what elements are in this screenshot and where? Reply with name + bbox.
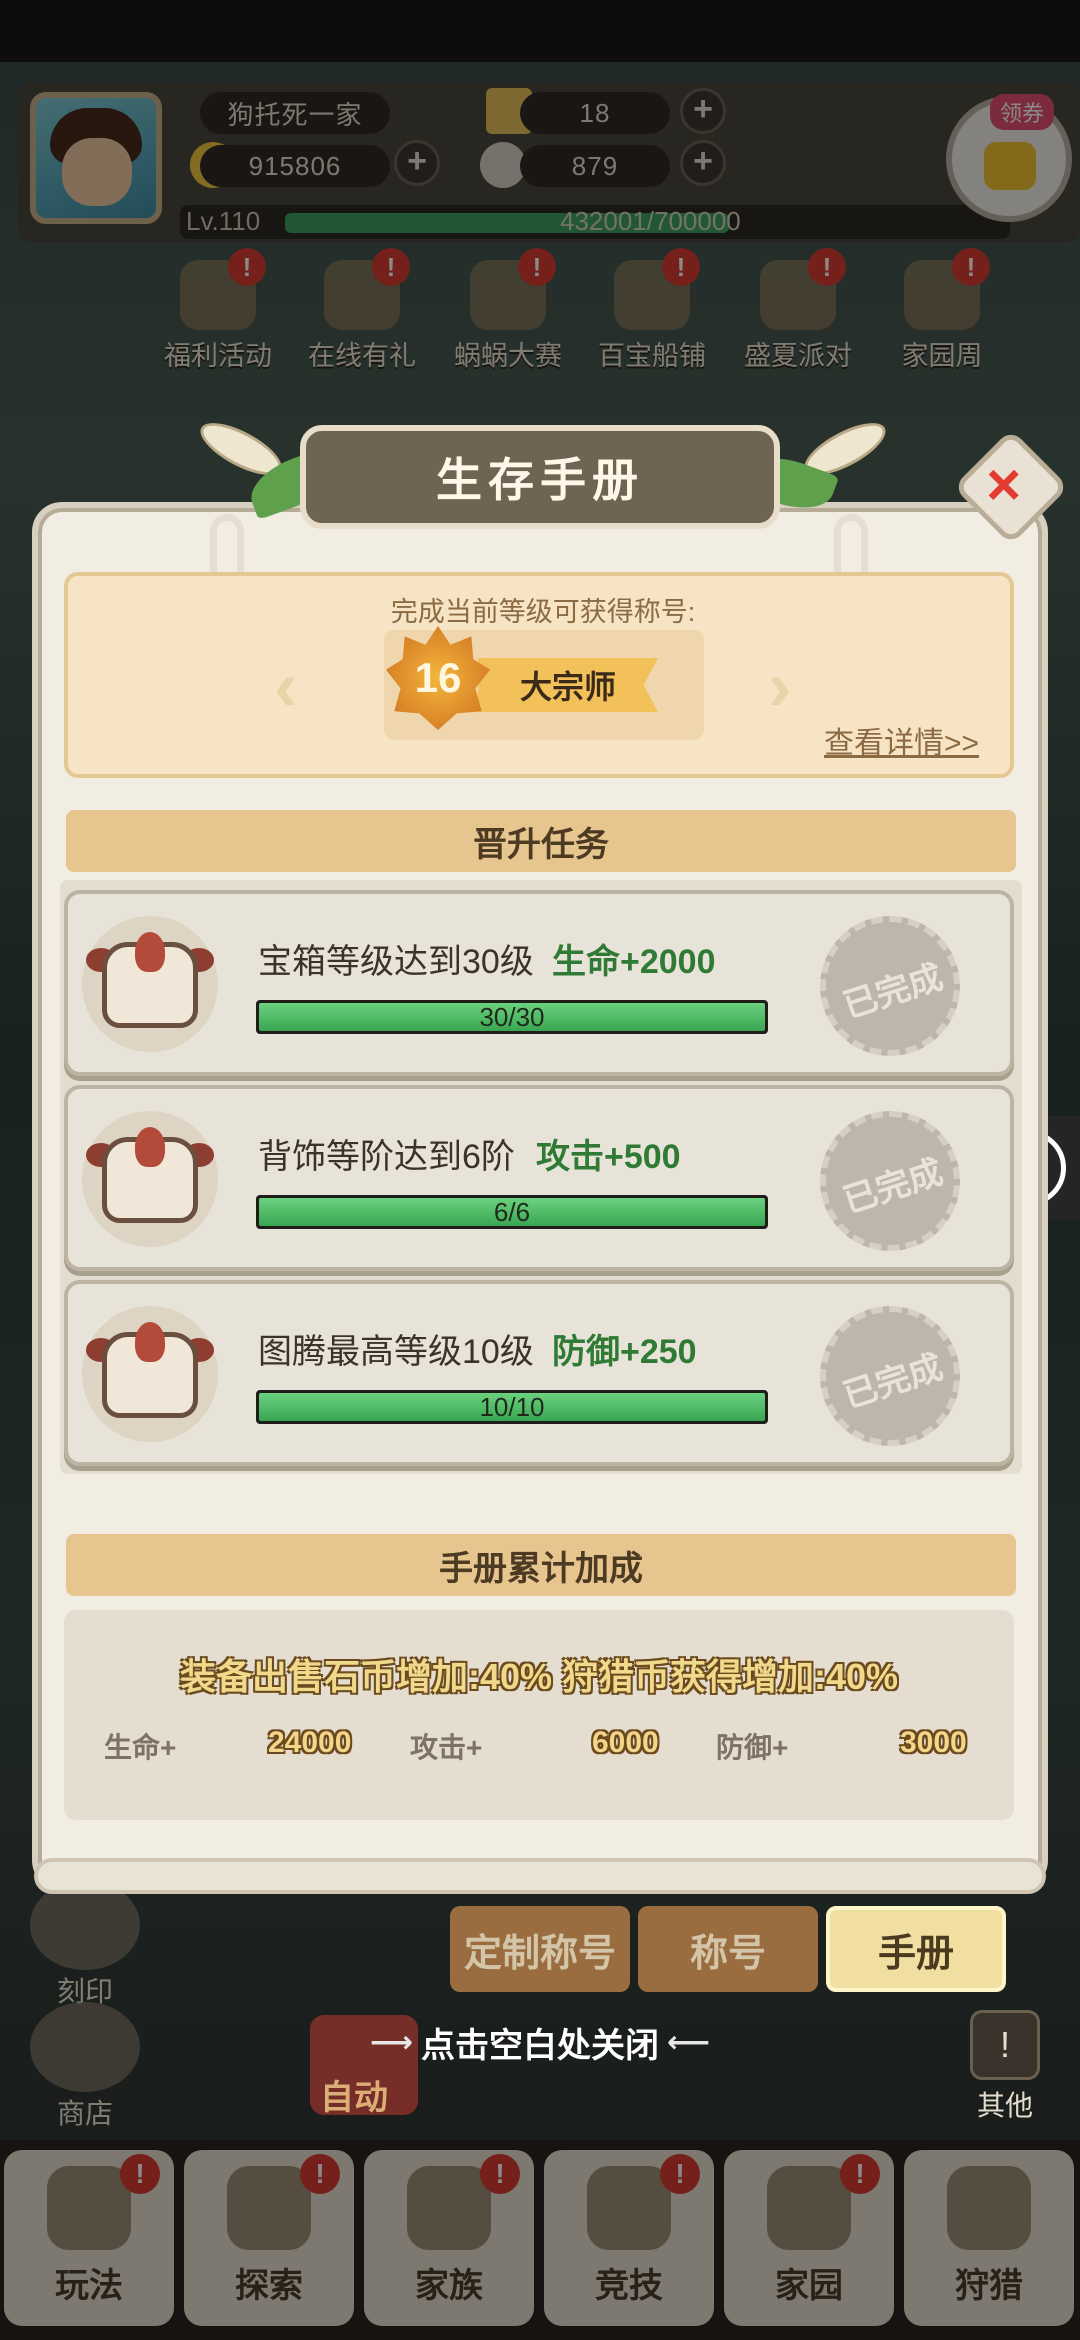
badge-title: 大宗师 [478,658,658,712]
completed-label: 已完成 [838,1152,948,1221]
task-item: 图腾最高等级10级 防御+250 10/10 已完成 [64,1280,1014,1466]
stat-def-label: 防御+ [716,1732,789,1763]
tab-custom-title[interactable]: 定制称号 [450,1906,630,1992]
stat-atk-label: 攻击+ [410,1732,483,1763]
task-item: 背饰等阶达到6阶 攻击+500 6/6 已完成 [64,1085,1014,1271]
chevron-right-icon: › [768,647,792,725]
tab-handbook[interactable]: 手册 [826,1906,1006,1992]
other-button[interactable]: ! 其他 [950,2010,1060,2124]
task-reward: 生命+2000 [552,943,716,981]
task-title: 图腾最高等级10级 [258,1333,534,1371]
tab-title[interactable]: 称号 [638,1906,818,1992]
close-hint[interactable]: ⟶ 点击空白处关闭 ⟵ [300,2012,780,2072]
auto-label: 自动 [320,2079,388,2117]
bonus-card: 装备出售石币增加:40% 狩猎币获得增加:40% 生命+ 24000 攻击+ 6… [64,1610,1014,1820]
completed-stamp: 已完成 [820,1306,960,1446]
totem-gem [135,1322,165,1362]
modal-title: 生存手册 [300,425,780,529]
title-tab-bar: 定制称号 称号 手册 [450,1906,1010,1992]
task-progress-text: 10/10 [479,1392,545,1422]
task-title: 宝箱等级达到30级 [258,943,534,981]
arrow-right-icon: ⟶ [369,2025,413,2059]
tasks-header: 晋升任务 [66,810,1016,872]
arrow-left-icon: ⟵ [667,2025,711,2059]
task-progress-text: 30/30 [479,1002,545,1032]
totem-icon [82,1306,218,1442]
totem-gem [135,1127,165,1167]
completed-label: 已完成 [838,1347,948,1416]
stat-hp-label: 生命+ [104,1732,177,1763]
bonus-headline: 装备出售石币增加:40% 狩猎币获得增加:40% [179,1656,899,1697]
totem-icon [82,916,218,1052]
task-progress-bar: 6/6 [256,1195,768,1229]
task-reward: 攻击+500 [536,1138,681,1176]
totem-small-icon: ! [970,2010,1040,2080]
stat-def-value: 3000 [900,1726,967,1759]
task-item: 宝箱等级达到30级 生命+2000 30/30 已完成 [64,890,1014,1076]
task-title: 背饰等阶达到6阶 [258,1138,515,1176]
task-progress-text: 6/6 [493,1197,531,1227]
bonus-header: 手册累计加成 [66,1534,1016,1596]
completed-stamp: 已完成 [820,1111,960,1251]
modal-bottom-rail [34,1858,1046,1894]
stat-atk-value: 6000 [592,1726,659,1759]
chevron-left-icon: ‹ [274,647,298,725]
task-progress-bar: 30/30 [256,1000,768,1034]
totem-icon [82,1111,218,1247]
reward-caption: 完成当前等级可获得称号: [390,597,696,627]
completed-stamp: 已完成 [820,916,960,1056]
view-details-link[interactable]: 查看详情>> [824,718,979,762]
task-reward: 防御+250 [552,1333,697,1371]
close-hint-text: 点击空白处关闭 [421,2026,659,2065]
task-progress-bar: 10/10 [256,1390,768,1424]
close-icon: × [986,451,1022,519]
completed-label: 已完成 [838,957,948,1026]
totem-gem [135,932,165,972]
other-label: 其他 [976,2090,1033,2121]
title-reward-card: 完成当前等级可获得称号: ‹ › 大宗师 16 查看详情>> [64,572,1014,778]
stat-hp-value: 24000 [268,1726,352,1759]
